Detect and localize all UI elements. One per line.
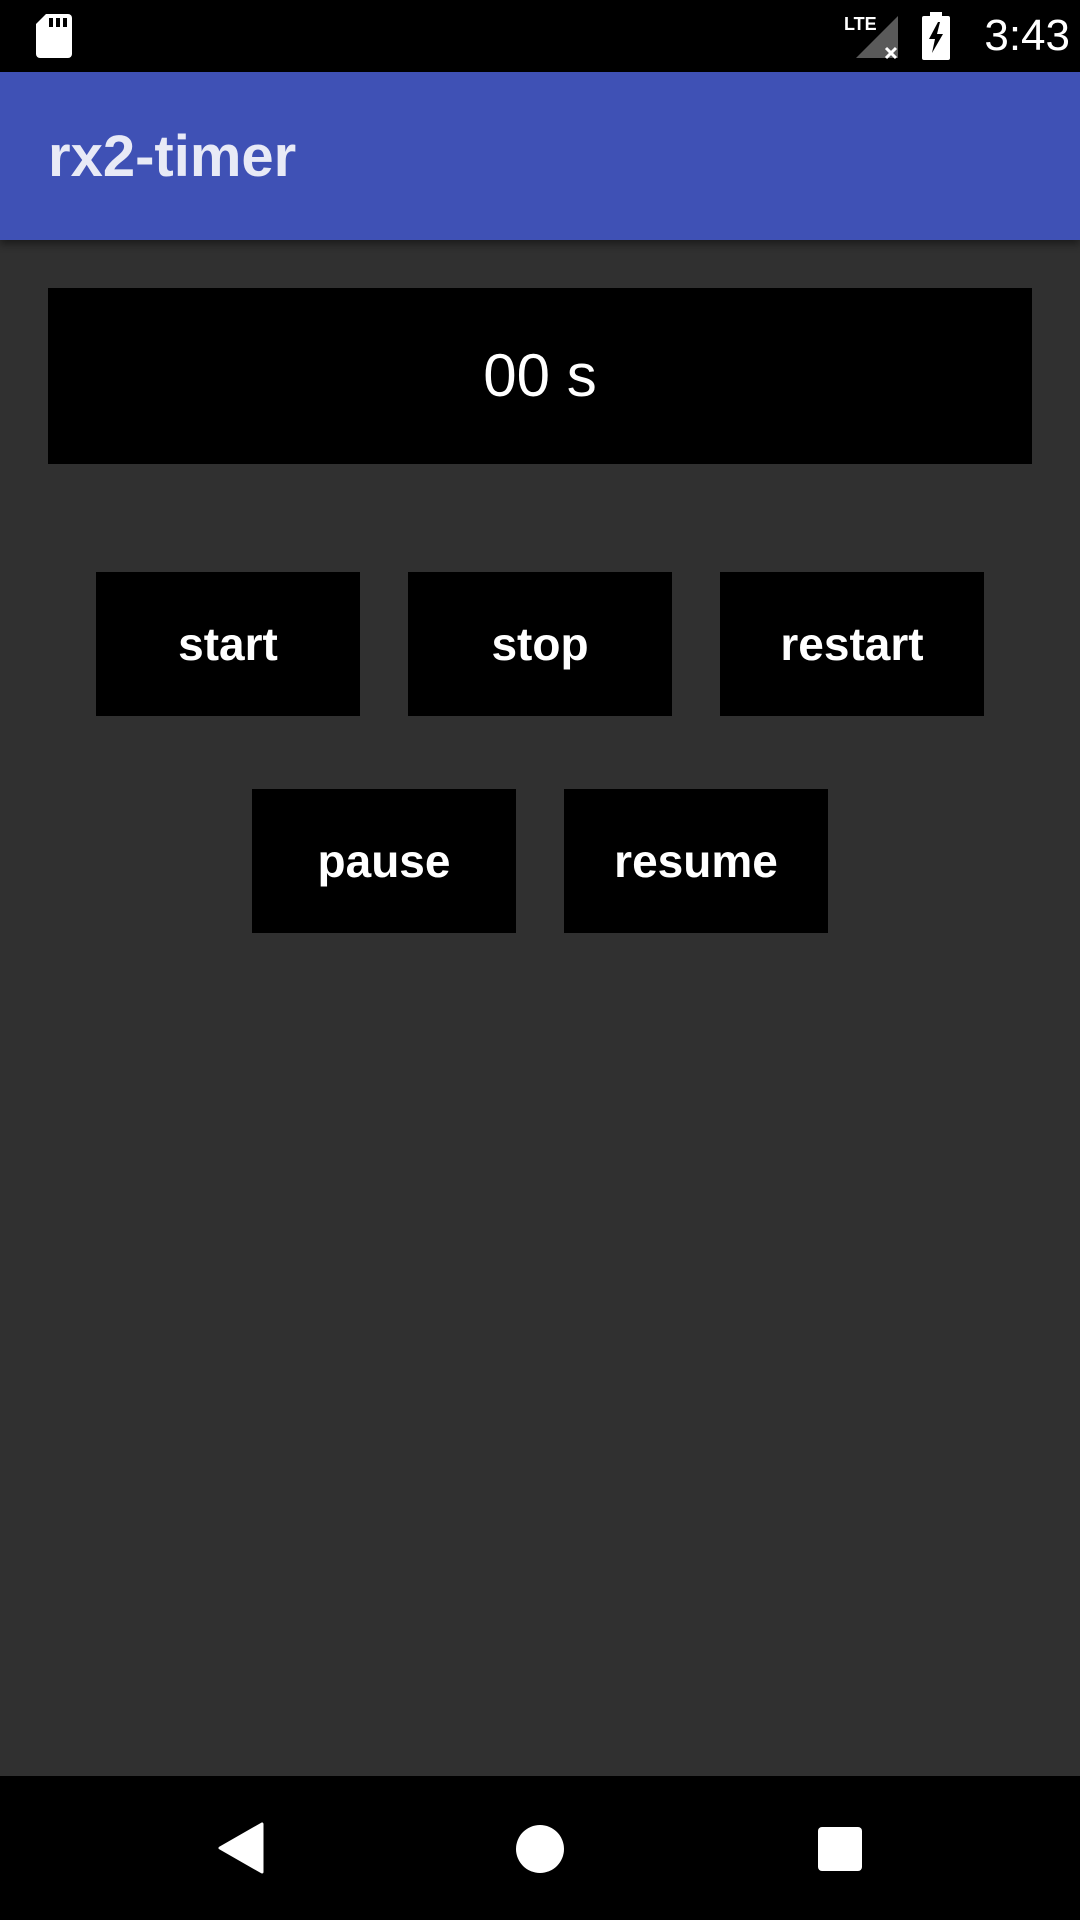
home-icon[interactable] [515, 1824, 565, 1874]
timer-display: 00 s [48, 288, 1032, 464]
status-bar: LTE 3:43 [0, 0, 1080, 72]
network-label: LTE [844, 14, 877, 34]
sd-card-icon [36, 14, 72, 58]
recent-apps-icon[interactable] [817, 1826, 863, 1872]
app-bar: rx2-timer [0, 72, 1080, 240]
restart-button[interactable]: restart [720, 572, 984, 716]
resume-button[interactable]: resume [564, 789, 828, 933]
timer-value: 00 s [483, 342, 597, 409]
lte-signal-icon: LTE [844, 14, 898, 60]
battery-charging-icon [922, 12, 950, 60]
start-button[interactable]: start [96, 572, 360, 716]
app-screen: LTE 3:43 rx2-timer 00 s start stop resta… [0, 0, 1080, 1920]
pause-button[interactable]: pause [252, 789, 516, 933]
stop-button[interactable]: stop [408, 572, 672, 716]
back-icon[interactable] [216, 1822, 264, 1874]
status-time: 3:43 [984, 11, 1070, 60]
app-title: rx2-timer [48, 124, 297, 189]
